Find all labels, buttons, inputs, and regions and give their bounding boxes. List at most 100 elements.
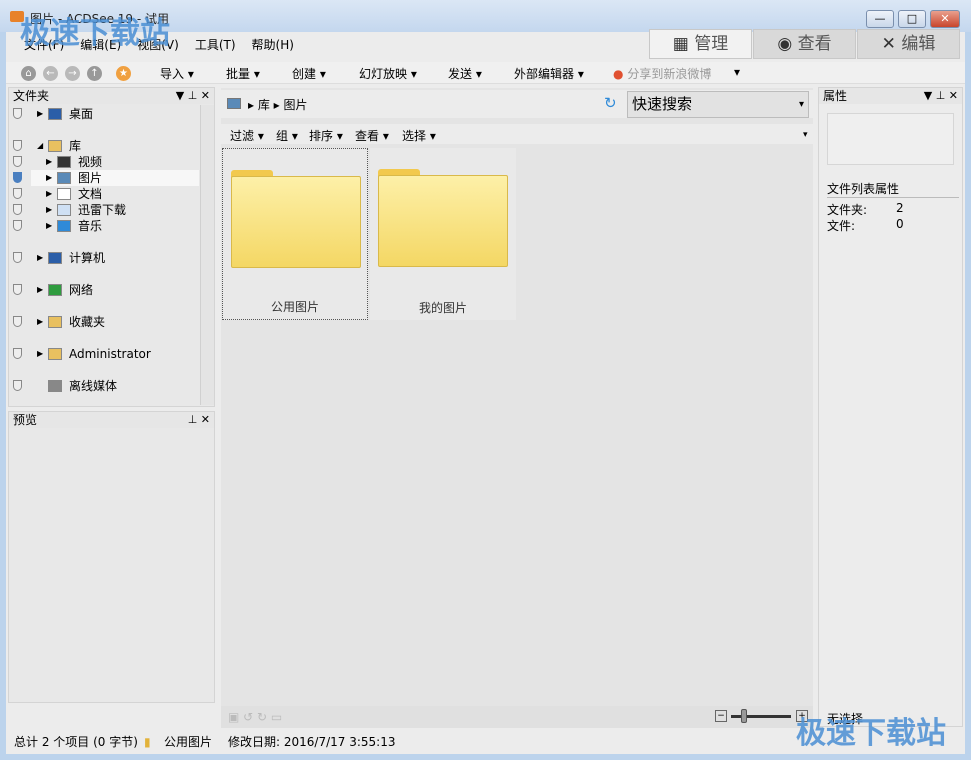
tree-item[interactable]: ▶ Administrator: [9, 346, 199, 362]
filterbar-overflow[interactable]: ▾: [803, 130, 808, 140]
sort-menu[interactable]: 排序 ▾: [309, 127, 343, 144]
shield-icon[interactable]: [13, 284, 22, 295]
expand-arrow-icon[interactable]: ▶: [37, 282, 43, 298]
zoom-slider[interactable]: [731, 715, 791, 718]
expand-arrow-icon[interactable]: ▶: [46, 186, 52, 202]
tree-item-label: 离线媒体: [69, 379, 118, 393]
tree-item-label: 迅雷下载: [78, 203, 127, 217]
panel-controls[interactable]: ⊥ ✕: [188, 412, 210, 428]
shield-icon[interactable]: [13, 204, 22, 215]
collapse-arrow-icon[interactable]: ◢: [37, 138, 43, 154]
shield-icon[interactable]: [13, 316, 22, 327]
filter-menu[interactable]: 过滤 ▾: [230, 127, 264, 144]
forward-icon[interactable]: →: [65, 66, 80, 81]
panel-controls[interactable]: ▼ ⊥ ✕: [924, 88, 958, 104]
download-icon: [57, 204, 71, 216]
tree-item[interactable]: ▶ 桌面: [9, 106, 199, 122]
expand-arrow-icon[interactable]: ▶: [37, 250, 43, 266]
pictures-library-icon: [227, 98, 241, 109]
batch-menu[interactable]: 批量 ▾: [226, 65, 260, 82]
expand-arrow-icon[interactable]: ▶: [37, 346, 43, 362]
tree-item-label: 文档: [78, 187, 103, 201]
shield-icon[interactable]: [13, 140, 22, 151]
thumbnail-my-pictures[interactable]: 我的图片: [370, 148, 516, 320]
shield-icon[interactable]: [13, 348, 22, 359]
tree-item-label: 网络: [69, 283, 94, 297]
expand-arrow-icon[interactable]: ▶: [46, 218, 52, 234]
view-menu[interactable]: 查看 ▾: [355, 127, 389, 144]
tools-icon: ✕: [881, 34, 896, 54]
expand-arrow-icon[interactable]: ▶: [46, 154, 52, 170]
folders-scrollbar[interactable]: [200, 105, 214, 405]
tree-item-label: 桌面: [69, 107, 94, 121]
tree-item[interactable]: ◢ 库: [9, 138, 199, 154]
shield-icon[interactable]: [13, 252, 22, 263]
zoom-slider-thumb[interactable]: [741, 709, 747, 723]
breadcrumb-pictures[interactable]: 图片: [284, 98, 308, 112]
create-menu[interactable]: 创建 ▾: [292, 65, 326, 82]
rotate-left-icon[interactable]: ▣ ↺ ↻ ▭: [228, 710, 282, 724]
tree-item[interactable]: ▶ 视频: [9, 154, 199, 170]
toolbar-overflow[interactable]: ▾: [734, 65, 740, 79]
user-folder-icon: [48, 348, 62, 360]
expand-arrow-icon[interactable]: ▶: [46, 170, 52, 186]
favorites-icon[interactable]: ★: [116, 66, 131, 81]
tree-item-label: 视频: [78, 155, 103, 169]
up-icon[interactable]: ↑: [87, 66, 102, 81]
tree-item[interactable]: ▶ 音乐: [9, 218, 199, 234]
menu-tools[interactable]: 工具(T): [187, 34, 244, 56]
select-menu[interactable]: 选择 ▾: [402, 127, 436, 144]
network-icon: [48, 284, 62, 296]
back-icon[interactable]: ←: [43, 66, 58, 81]
tree-item-label: 计算机: [69, 251, 106, 265]
import-menu[interactable]: 导入 ▾: [160, 65, 194, 82]
external-editor-menu[interactable]: 外部编辑器 ▾: [514, 65, 584, 82]
maximize-button[interactable]: □: [898, 10, 926, 28]
breadcrumb-library[interactable]: 库: [258, 98, 270, 112]
offline-media-icon: [48, 380, 62, 392]
thumbnail-public-pictures[interactable]: 公用图片: [222, 148, 368, 320]
send-menu[interactable]: 发送 ▾: [448, 65, 482, 82]
tree-item[interactable]: ▶ 计算机: [9, 250, 199, 266]
tree-item[interactable]: ▶ 迅雷下载: [9, 202, 199, 218]
shield-icon[interactable]: [13, 156, 22, 167]
menu-help[interactable]: 帮助(H): [244, 34, 302, 56]
expand-arrow-icon[interactable]: ▶: [37, 314, 43, 330]
share-weibo-button[interactable]: ● 分享到新浪微博: [613, 65, 711, 82]
shield-icon[interactable]: [13, 108, 22, 119]
tree-item[interactable]: ▶ 文档: [9, 186, 199, 202]
tab-manage[interactable]: ▦ 管理: [649, 29, 752, 59]
close-button[interactable]: ✕: [930, 10, 960, 28]
chevron-down-icon: ▾: [798, 99, 804, 110]
weibo-icon: ●: [613, 67, 624, 81]
slideshow-menu[interactable]: 幻灯放映 ▾: [359, 65, 417, 82]
group-menu[interactable]: 组 ▾: [276, 127, 298, 144]
music-icon: [57, 220, 71, 232]
folder-icon: [231, 170, 361, 268]
shield-icon[interactable]: [13, 220, 22, 231]
tree-item[interactable]: ▶ 图片: [13, 170, 199, 186]
tab-view[interactable]: ◉ 查看: [753, 29, 856, 59]
panel-controls[interactable]: ▼ ⊥ ✕: [176, 88, 210, 104]
home-icon[interactable]: ⌂: [21, 66, 36, 81]
shield-icon[interactable]: [13, 188, 22, 199]
shield-icon[interactable]: [13, 380, 22, 391]
quick-search-input[interactable]: 快速搜索 ▾: [627, 91, 809, 118]
zoom-out-button[interactable]: −: [715, 710, 727, 722]
document-icon: [57, 188, 71, 200]
preview-panel: 预览 ⊥ ✕: [8, 411, 215, 703]
tree-item[interactable]: ▶ 收藏夹: [9, 314, 199, 330]
expand-arrow-icon[interactable]: ▶: [37, 106, 43, 122]
shield-icon[interactable]: [13, 172, 22, 183]
refresh-icon[interactable]: ↻: [604, 94, 617, 112]
properties-panel-header: 属性 ▼ ⊥ ✕: [819, 88, 962, 104]
tree-item[interactable]: ▶ 网络: [9, 282, 199, 298]
status-total: 总计 2 个项目 (0 字节): [14, 735, 138, 749]
tree-item[interactable]: 离线媒体: [9, 378, 199, 394]
tab-edit[interactable]: ✕ 编辑: [857, 29, 960, 59]
watermark-bottom: 极速下载站: [796, 716, 946, 751]
toolbar: ⌂ ← → ↑ ★ 导入 ▾ 批量 ▾ 创建 ▾ 幻灯放映 ▾ 发送 ▾ 外部编…: [6, 62, 965, 84]
expand-arrow-icon[interactable]: ▶: [46, 202, 52, 218]
minimize-button[interactable]: —: [866, 10, 894, 28]
tree-item-label: 库: [69, 139, 82, 153]
